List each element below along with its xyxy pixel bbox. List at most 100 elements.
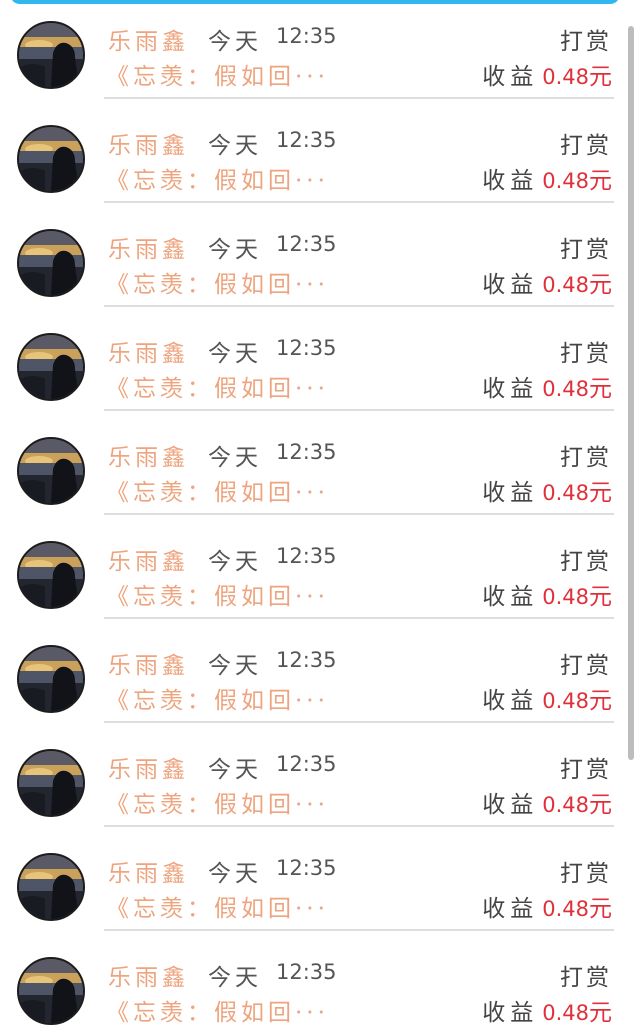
time-label: 12:35 bbox=[276, 440, 337, 464]
amount-value: 0.48 bbox=[542, 897, 589, 921]
user-name[interactable]: 乐雨鑫 bbox=[108, 542, 189, 576]
user-name[interactable]: 乐雨鑫 bbox=[108, 646, 189, 680]
avatar[interactable] bbox=[17, 853, 85, 921]
income-type-label: 打赏 bbox=[560, 861, 612, 887]
income-label: 收益 bbox=[482, 64, 539, 90]
list-item[interactable]: 乐雨鑫 今天 12:35 《忘羡：假如回··· 打赏 收益 0.48元 bbox=[0, 832, 640, 936]
user-avatar-photo-icon bbox=[19, 335, 83, 399]
divider bbox=[104, 97, 614, 99]
income-amount: 收益 0.48元 bbox=[482, 889, 612, 923]
time-label: 12:35 bbox=[276, 752, 337, 776]
income-amount: 收益 0.48元 bbox=[482, 577, 612, 611]
work-title-preview[interactable]: 《忘羡：假如回··· bbox=[106, 473, 329, 507]
currency-unit: 元 bbox=[589, 584, 612, 610]
user-avatar-photo-icon bbox=[19, 855, 83, 919]
user-name[interactable]: 乐雨鑫 bbox=[108, 958, 189, 992]
divider bbox=[104, 513, 614, 515]
scrollbar-thumb[interactable] bbox=[628, 26, 634, 760]
user-avatar-photo-icon bbox=[19, 127, 83, 191]
list-item[interactable]: 乐雨鑫 今天 12:35 《忘羡：假如回··· 打赏 收益 0.48元 bbox=[0, 728, 640, 832]
avatar[interactable] bbox=[17, 541, 85, 609]
list-item[interactable]: 乐雨鑫 今天 12:35 《忘羡：假如回··· 打赏 收益 0.48元 bbox=[0, 416, 640, 520]
user-name[interactable]: 乐雨鑫 bbox=[108, 750, 189, 784]
date-label: 今天 bbox=[208, 549, 262, 575]
list-item[interactable]: 乐雨鑫 今天 12:35 《忘羡：假如回··· 打赏 收益 0.48元 bbox=[0, 208, 640, 312]
income-label: 收益 bbox=[482, 480, 539, 506]
user-avatar-photo-icon bbox=[19, 231, 83, 295]
list-item[interactable]: 乐雨鑫 今天 12:35 《忘羡：假如回··· 打赏 收益 0.48元 bbox=[0, 0, 640, 104]
reward-income-screen: 乐雨鑫 今天 12:35 《忘羡：假如回··· 打赏 收益 0.48元 乐雨鑫 今… bbox=[0, 0, 640, 1030]
amount-value: 0.48 bbox=[542, 273, 589, 297]
currency-unit: 元 bbox=[589, 64, 612, 90]
date-label: 今天 bbox=[208, 133, 262, 159]
avatar[interactable] bbox=[17, 333, 85, 401]
work-title-preview[interactable]: 《忘羡：假如回··· bbox=[106, 785, 329, 819]
user-name[interactable]: 乐雨鑫 bbox=[108, 854, 189, 888]
time-label: 12:35 bbox=[276, 336, 337, 360]
list-item[interactable]: 乐雨鑫 今天 12:35 《忘羡：假如回··· 打赏 收益 0.48元 bbox=[0, 312, 640, 416]
time-label: 12:35 bbox=[276, 232, 337, 256]
time-label: 12:35 bbox=[276, 128, 337, 152]
list-item[interactable]: 乐雨鑫 今天 12:35 《忘羡：假如回··· 打赏 收益 0.48元 bbox=[0, 104, 640, 208]
divider bbox=[104, 721, 614, 723]
date-label: 今天 bbox=[208, 861, 262, 887]
amount-value: 0.48 bbox=[542, 793, 589, 817]
currency-unit: 元 bbox=[589, 792, 612, 818]
date-label: 今天 bbox=[208, 341, 262, 367]
work-title-preview[interactable]: 《忘羡：假如回··· bbox=[106, 681, 329, 715]
income-label: 收益 bbox=[482, 792, 539, 818]
divider bbox=[104, 929, 614, 931]
time-label: 12:35 bbox=[276, 960, 337, 984]
user-name[interactable]: 乐雨鑫 bbox=[108, 438, 189, 472]
user-avatar-photo-icon bbox=[19, 439, 83, 503]
user-name[interactable]: 乐雨鑫 bbox=[108, 22, 189, 56]
user-name[interactable]: 乐雨鑫 bbox=[108, 230, 189, 264]
divider bbox=[104, 617, 614, 619]
work-title-preview[interactable]: 《忘羡：假如回··· bbox=[106, 889, 329, 923]
income-amount: 收益 0.48元 bbox=[482, 57, 612, 91]
work-title-preview[interactable]: 《忘羡：假如回··· bbox=[106, 265, 329, 299]
avatar[interactable] bbox=[17, 645, 85, 713]
date-label: 今天 bbox=[208, 757, 262, 783]
currency-unit: 元 bbox=[589, 168, 612, 194]
work-title-preview[interactable]: 《忘羡：假如回··· bbox=[106, 369, 329, 403]
list-item[interactable]: 乐雨鑫 今天 12:35 《忘羡：假如回··· 打赏 收益 0.48元 bbox=[0, 936, 640, 1030]
income-amount: 收益 0.48元 bbox=[482, 265, 612, 299]
list-item[interactable]: 乐雨鑫 今天 12:35 《忘羡：假如回··· 打赏 收益 0.48元 bbox=[0, 520, 640, 624]
income-amount: 收益 0.48元 bbox=[482, 473, 612, 507]
income-amount: 收益 0.48元 bbox=[482, 785, 612, 819]
amount-value: 0.48 bbox=[542, 689, 589, 713]
date-label: 今天 bbox=[208, 29, 262, 55]
avatar[interactable] bbox=[17, 749, 85, 817]
avatar[interactable] bbox=[17, 125, 85, 193]
user-avatar-photo-icon bbox=[19, 959, 83, 1023]
work-title-preview[interactable]: 《忘羡：假如回··· bbox=[106, 577, 329, 611]
time-label: 12:35 bbox=[276, 544, 337, 568]
user-name[interactable]: 乐雨鑫 bbox=[108, 334, 189, 368]
income-label: 收益 bbox=[482, 376, 539, 402]
currency-unit: 元 bbox=[589, 688, 612, 714]
work-title-preview[interactable]: 《忘羡：假如回··· bbox=[106, 161, 329, 195]
currency-unit: 元 bbox=[589, 272, 612, 298]
user-name[interactable]: 乐雨鑫 bbox=[108, 126, 189, 160]
avatar[interactable] bbox=[17, 437, 85, 505]
currency-unit: 元 bbox=[589, 376, 612, 402]
amount-value: 0.48 bbox=[542, 377, 589, 401]
currency-unit: 元 bbox=[589, 480, 612, 506]
list-item[interactable]: 乐雨鑫 今天 12:35 《忘羡：假如回··· 打赏 收益 0.48元 bbox=[0, 624, 640, 728]
income-label: 收益 bbox=[482, 896, 539, 922]
avatar[interactable] bbox=[17, 957, 85, 1025]
income-amount: 收益 0.48元 bbox=[482, 681, 612, 715]
divider bbox=[104, 825, 614, 827]
work-title-preview[interactable]: 《忘羡：假如回··· bbox=[106, 57, 329, 91]
divider bbox=[104, 201, 614, 203]
income-type-label: 打赏 bbox=[560, 965, 612, 991]
work-title-preview[interactable]: 《忘羡：假如回··· bbox=[106, 993, 329, 1027]
income-type-label: 打赏 bbox=[560, 237, 612, 263]
user-avatar-photo-icon bbox=[19, 647, 83, 711]
income-amount: 收益 0.48元 bbox=[482, 161, 612, 195]
avatar[interactable] bbox=[17, 21, 85, 89]
avatar[interactable] bbox=[17, 229, 85, 297]
income-type-label: 打赏 bbox=[560, 757, 612, 783]
user-avatar-photo-icon bbox=[19, 751, 83, 815]
